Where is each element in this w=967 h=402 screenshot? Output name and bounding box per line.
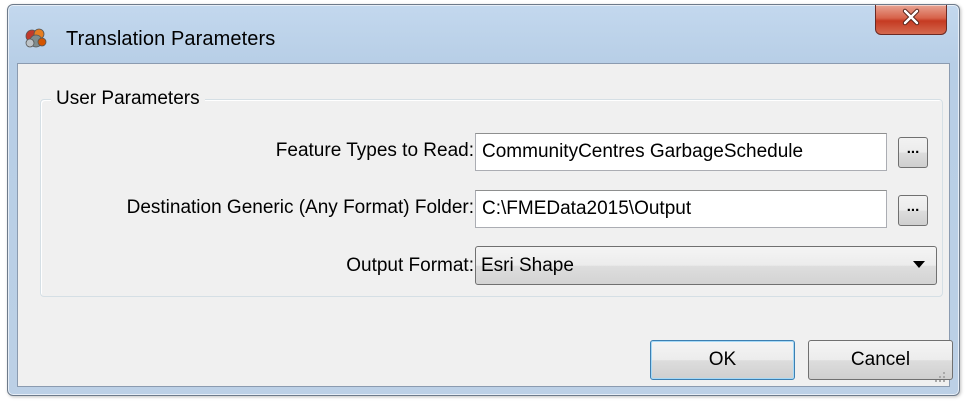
fme-workbench-icon <box>22 26 50 50</box>
close-button[interactable] <box>875 5 947 35</box>
output-format-value: Esri Shape <box>481 255 574 276</box>
group-label: User Parameters <box>51 88 205 110</box>
feature-types-browse-button[interactable]: ... <box>898 137 928 168</box>
output-format-label: Output Format: <box>346 255 474 276</box>
resize-grip-icon[interactable] <box>932 369 946 383</box>
title-bar[interactable]: Translation Parameters <box>8 5 959 63</box>
ok-button[interactable]: OK <box>650 340 795 380</box>
dialog-window: Translation Parameters User Parameters F… <box>7 4 960 396</box>
close-icon <box>900 8 922 31</box>
destination-folder-browse-button[interactable]: ... <box>898 195 928 226</box>
output-format-select[interactable]: Esri Shape <box>475 246 937 285</box>
dialog-body: User Parameters Feature Types to Read: C… <box>17 63 953 387</box>
destination-folder-input[interactable]: C:\FMEData2015\Output <box>475 190 887 228</box>
feature-types-label: Feature Types to Read: <box>275 140 474 161</box>
window-title: Translation Parameters <box>66 28 276 50</box>
dropdown-arrow-icon <box>913 261 925 268</box>
destination-folder-label: Destination Generic (Any Format) Folder: <box>126 197 474 218</box>
feature-types-input[interactable]: CommunityCentres GarbageSchedule <box>475 133 887 171</box>
